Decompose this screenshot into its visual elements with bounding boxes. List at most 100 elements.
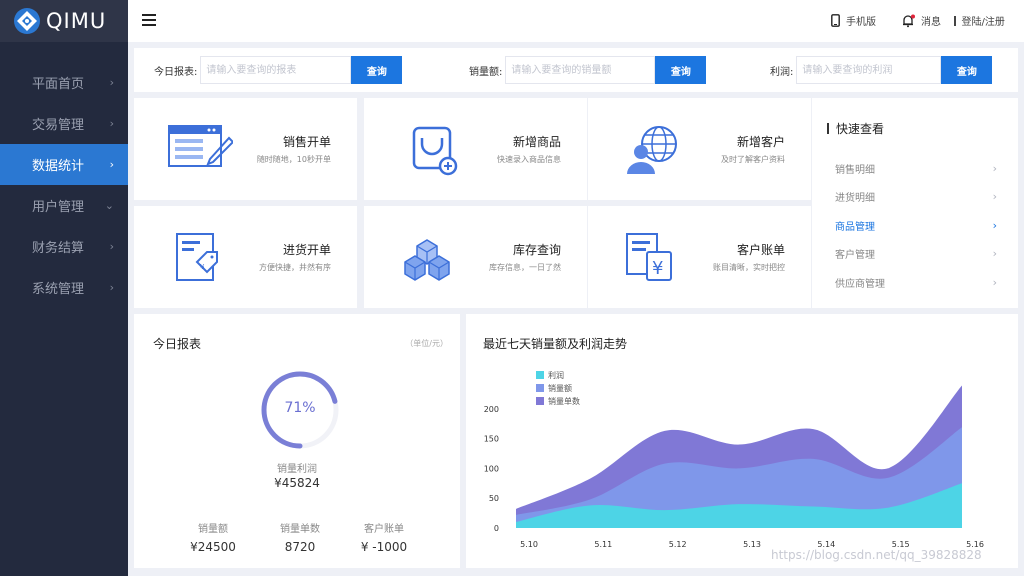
sidebar: QIMU 平面首页 › 交易管理 › 数据统计 › 用户管理 ⌄ 财务结算 › 系统管理 › <box>0 0 128 576</box>
action-card-customer-bill[interactable]: ¥ 客户账单 账目清晰，实时把控 <box>588 206 811 308</box>
sales-search-button[interactable]: 查询 <box>655 56 707 84</box>
sidebar-item-1[interactable]: 交易管理 › <box>0 103 128 144</box>
today-report-panel: 今日报表 （单位/元） 71% 销量利润 ¥45824 销量额 ¥24500 销… <box>134 314 460 568</box>
x-tick-label: 5.11 <box>594 540 612 549</box>
chevron-right-icon: › <box>992 190 997 204</box>
action-card-new-product[interactable]: 新增商品 快速录入商品信息 <box>364 98 587 200</box>
stat-value: 8720 <box>284 540 316 554</box>
x-tick-label: 5.10 <box>520 540 538 549</box>
sidebar-item-4[interactable]: 财务结算 › <box>0 226 128 267</box>
bell-icon <box>903 14 915 27</box>
login-register-link[interactable]: 登陆/注册 <box>954 13 1005 28</box>
sidebar-item-5[interactable]: 系统管理 › <box>0 267 128 308</box>
sidebar-item-label: 用户管理 <box>32 200 85 215</box>
legend-swatch <box>536 384 544 392</box>
action-title: 进货开单 <box>282 243 331 257</box>
action-title: 销售开单 <box>282 135 331 149</box>
chevron-right-icon: › <box>992 275 997 289</box>
profit-search-label: 利润: <box>770 66 794 78</box>
stat-customer-bill: 客户账单 ¥ -1000 <box>339 520 429 554</box>
stat-label: 销量额 <box>198 524 228 535</box>
profit-search-input[interactable] <box>796 56 942 84</box>
sidebar-item-label: 财务结算 <box>32 241 85 256</box>
action-subtitle: 账目清晰，实时把控 <box>713 263 785 272</box>
report-search-button[interactable]: 查询 <box>351 56 403 84</box>
watermark: https://blog.csdn.net/qq_39828828 <box>771 548 982 562</box>
action-title: 库存查询 <box>512 243 561 257</box>
report-unit: （单位/元） <box>405 339 448 348</box>
quick-view-item[interactable]: 进货明细 › <box>835 183 997 212</box>
shopping-bag-icon <box>412 126 458 176</box>
sales-search-group: 销量额: 查询 <box>469 56 707 84</box>
quick-view-item-label: 供应商管理 <box>835 278 885 290</box>
quick-view-list: 销售明细 › 进货明细 › 商品管理 › 客户管理 › 供应商管理 › <box>835 154 997 297</box>
quick-view-item[interactable]: 商品管理 › <box>835 211 997 240</box>
quick-view-item[interactable]: 销售明细 › <box>835 154 997 183</box>
mobile-version-link[interactable]: 手机版 <box>831 13 876 28</box>
sales-search-input[interactable] <box>505 56 656 84</box>
legend-swatch <box>536 371 544 379</box>
sidebar-item-label: 交易管理 <box>32 118 85 133</box>
quick-view-item-label: 进货明细 <box>835 193 875 205</box>
y-tick-label: 150 <box>484 435 499 444</box>
action-subtitle: 随时随地，10秒开单 <box>256 155 331 164</box>
legend-label: 利润 <box>548 370 564 380</box>
quick-view-item[interactable]: 供应商管理 › <box>835 268 997 297</box>
sidebar-item-label: 平面首页 <box>32 77 85 92</box>
action-title: 新增客户 <box>736 135 785 149</box>
inventory-boxes-icon <box>404 239 450 281</box>
stat-sales-amount: 销量额 ¥24500 <box>168 520 258 554</box>
report-search-input[interactable] <box>200 56 352 84</box>
quick-view-panel: 快速查看 销售明细 › 进货明细 › 商品管理 › 客户管理 › 供应商管理 › <box>812 98 1018 308</box>
phone-icon <box>831 14 840 27</box>
action-card-new-customer[interactable]: 新增客户 及时了解客户资料 <box>588 98 811 200</box>
sidebar-item-label: 数据统计 <box>32 159 85 174</box>
sidebar-item-label: 系统管理 <box>32 282 85 297</box>
action-card-inventory-query[interactable]: 库存查询 库存信息，一日了然 <box>364 206 587 308</box>
purchase-doc-icon: ¥ <box>176 233 218 281</box>
chevron-icon: › <box>109 281 114 294</box>
separator <box>954 15 956 26</box>
quick-view-item-label: 客户管理 <box>835 250 875 262</box>
legend-swatch <box>536 397 544 405</box>
chevron-right-icon: › <box>992 161 997 175</box>
svg-text:¥: ¥ <box>200 263 205 271</box>
title-accent <box>827 123 829 134</box>
sidebar-item-0[interactable]: 平面首页 › <box>0 62 128 103</box>
sidebar-item-3[interactable]: 用户管理 ⌄ <box>0 185 128 226</box>
action-subtitle: 方便快捷，井然有序 <box>259 263 331 272</box>
stat-value: ¥24500 <box>190 540 236 554</box>
svg-text:¥: ¥ <box>652 258 663 279</box>
menu-toggle-icon[interactable] <box>142 14 156 26</box>
quick-view-item-label: 销售明细 <box>835 164 875 176</box>
y-tick-label: 200 <box>484 405 499 414</box>
top-bar: 手机版 消息 登陆/注册 <box>128 0 1024 42</box>
login-register-label: 登陆/注册 <box>961 17 1005 28</box>
profit-search-button[interactable]: 查询 <box>941 56 993 84</box>
sales-search-label: 销量额: <box>469 66 503 78</box>
chevron-icon: › <box>109 76 114 89</box>
report-title: 今日报表 <box>153 337 202 351</box>
search-bar: 今日报表: 查询 销量额: 查询 利润: 查询 <box>134 48 1018 92</box>
quick-view-title: 快速查看 <box>827 120 884 137</box>
sidebar-item-2[interactable]: 数据统计 › <box>0 144 128 185</box>
chevron-right-icon: › <box>992 247 997 261</box>
brand-logo[interactable]: QIMU <box>0 0 128 42</box>
chevron-icon: ⌄ <box>104 199 114 212</box>
messages-link[interactable]: 消息 <box>901 13 941 28</box>
y-tick-label: 0 <box>494 524 499 533</box>
quick-view-item-label: 商品管理 <box>835 221 875 233</box>
stat-order-count: 销量单数 8720 <box>255 520 345 554</box>
action-card-purchase-order[interactable]: ¥ 进货开单 方便快捷，井然有序 <box>134 206 357 308</box>
x-tick-label: 5.12 <box>669 540 687 549</box>
action-title: 客户账单 <box>736 243 785 257</box>
chevron-right-icon: › <box>992 218 997 232</box>
chevron-icon: › <box>109 158 114 171</box>
legend-label: 销量单数 <box>548 396 580 406</box>
stat-value: ¥ -1000 <box>360 540 408 554</box>
action-card-sales-order[interactable]: 销售开单 随时随地，10秒开单 <box>134 98 357 200</box>
action-subtitle: 快速录入商品信息 <box>497 155 561 164</box>
action-title: 新增商品 <box>512 135 561 149</box>
quick-view-item[interactable]: 客户管理 › <box>835 240 997 269</box>
chart-title: 最近七天销量额及利润走势 <box>483 337 628 351</box>
